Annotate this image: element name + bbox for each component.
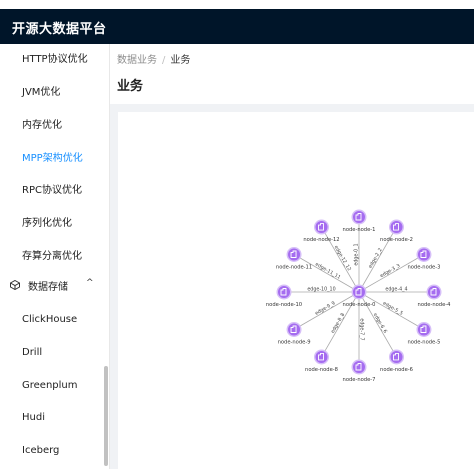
sidebar-item-drill[interactable]: Drill bbox=[22, 347, 42, 358]
node-label: node-node-4 bbox=[418, 302, 452, 308]
app-header: 开源大数据平台 bbox=[0, 9, 474, 44]
edge-label: edge-2_2 bbox=[367, 247, 383, 269]
node-label: node-node-3 bbox=[407, 265, 440, 271]
node-label: node-node-11 bbox=[276, 265, 312, 271]
node-label: node-node-0 bbox=[343, 302, 376, 308]
graph-node[interactable]: node-node-10 bbox=[266, 284, 302, 309]
node-label: node-node-9 bbox=[278, 340, 311, 346]
edge-label: edge-7_7 bbox=[359, 318, 365, 340]
sidebar-scrollbar[interactable] bbox=[104, 366, 108, 466]
sidebar-item-jvm[interactable]: JVM优化 bbox=[22, 83, 60, 98]
node-label: node-node-8 bbox=[305, 367, 338, 373]
graph-node[interactable]: node-node-6 bbox=[380, 349, 413, 373]
sidebar-item-serialization[interactable]: 序列化优化 bbox=[22, 214, 72, 229]
node-label: node-node-10 bbox=[266, 302, 302, 308]
edge-label: edge-9_9 bbox=[314, 300, 336, 316]
node-label: node-node-2 bbox=[380, 237, 413, 243]
edge-label: edge-4_4 bbox=[385, 287, 407, 293]
edge-label: edge-11_11 bbox=[314, 261, 342, 280]
graph-node[interactable]: node-node-8 bbox=[305, 349, 338, 373]
graph-node-center[interactable]: node-node-0 bbox=[343, 284, 376, 309]
sidebar-item-clickhouse[interactable]: ClickHouse bbox=[22, 314, 77, 325]
sidebar: HTTP协议优化 JVM优化 内存优化 MPP架构优化 RPC协议优化 序列化优… bbox=[0, 44, 110, 469]
sidebar-group-data-storage[interactable]: 数据存储 ^ bbox=[10, 278, 100, 296]
node-label: node-node-1 bbox=[343, 227, 376, 233]
sidebar-item-mpp[interactable]: MPP架构优化 bbox=[22, 149, 83, 164]
graph-node[interactable]: node-node-5 bbox=[407, 322, 440, 346]
graph-node[interactable]: node-node-11 bbox=[276, 247, 312, 271]
edge-label: edge-6_6 bbox=[372, 312, 388, 334]
top-strip bbox=[0, 0, 474, 9]
app-title: 开源大数据平台 bbox=[12, 22, 107, 37]
network-graph[interactable]: edge-0_1 edge-2_2edge-3_3 edge-4_4 edge-5_5… bbox=[118, 112, 474, 469]
edge-label: edge-0_1 bbox=[354, 243, 360, 265]
breadcrumb: 数据业务 / 业务 bbox=[117, 51, 190, 66]
edge-label: edge-8_8 bbox=[330, 312, 346, 334]
graph-node[interactable]: node-node-7 bbox=[343, 359, 376, 384]
sidebar-item-iceberg[interactable]: Iceberg bbox=[22, 445, 59, 456]
graph-node[interactable]: node-node-4 bbox=[418, 284, 452, 309]
page-header: 数据业务 / 业务 业务 bbox=[110, 44, 474, 104]
edge-label: edge-5_5 bbox=[382, 300, 404, 316]
storage-icon bbox=[10, 280, 20, 290]
sidebar-item-storage-compute[interactable]: 存算分离优化 bbox=[22, 247, 82, 262]
breadcrumb-separator: / bbox=[162, 55, 166, 66]
sidebar-item-hudi[interactable]: Hudi bbox=[22, 412, 45, 423]
node-label: node-node-12 bbox=[303, 237, 339, 243]
page-title: 业务 bbox=[117, 79, 144, 94]
edge-label: edge-12_12 bbox=[333, 245, 352, 273]
edge-label: edge-3_3 bbox=[379, 263, 401, 279]
breadcrumb-parent[interactable]: 数据业务 bbox=[117, 55, 157, 66]
breadcrumb-current: 业务 bbox=[170, 55, 191, 66]
sidebar-item-memory[interactable]: 内存优化 bbox=[22, 116, 62, 131]
graph-node[interactable]: node-node-1 bbox=[343, 209, 376, 234]
graph-node[interactable]: node-node-2 bbox=[380, 219, 413, 244]
graph-node[interactable]: node-node-9 bbox=[278, 322, 311, 346]
sidebar-item-greenplum[interactable]: Greenplum bbox=[22, 380, 78, 391]
sidebar-group-label: 数据存储 bbox=[28, 282, 68, 293]
sidebar-item-http[interactable]: HTTP协议优化 bbox=[22, 50, 88, 65]
graph-node[interactable]: node-node-3 bbox=[407, 247, 440, 271]
graph-node[interactable]: node-node-12 bbox=[303, 219, 340, 244]
edge-label: edge-10_10 bbox=[307, 287, 335, 293]
node-label: node-node-5 bbox=[407, 340, 440, 346]
node-label: node-node-7 bbox=[343, 377, 376, 383]
node-label: node-node-6 bbox=[380, 367, 413, 373]
chevron-up-icon[interactable]: ^ bbox=[86, 278, 94, 288]
sidebar-item-rpc[interactable]: RPC协议优化 bbox=[22, 181, 82, 196]
graph-panel: edge-0_1 edge-2_2 edge-3_3 edge-4_4 edge-5_5… bbox=[118, 112, 474, 469]
